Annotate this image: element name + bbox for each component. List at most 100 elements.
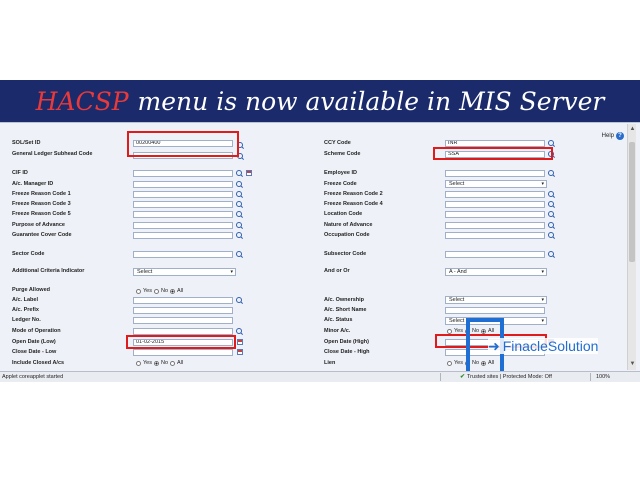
open-high-label: Open Date (High) [324,339,369,345]
lien-yes-radio[interactable] [447,361,452,366]
incl-closed-all-radio[interactable] [170,361,176,366]
and-or-select[interactable]: A - And [445,268,547,276]
freeze-reason-5-label: Freeze Reason Code 5 [12,211,71,217]
purge-yes-radio[interactable] [136,289,141,294]
search-icon[interactable] [548,201,555,208]
search-icon[interactable] [236,222,243,229]
ac-short-name-label: A/c. Short Name [324,307,367,313]
addl-criteria-select[interactable]: Select [133,268,236,276]
subsector-input[interactable] [445,251,545,258]
ac-label-input[interactable] [133,297,233,304]
sol-highlight-box [127,131,239,157]
search-icon[interactable] [236,328,243,335]
ac-prefix-label: A/c. Prefix [12,307,39,313]
ac-ownership-select[interactable]: Select [445,296,547,304]
freeze-code-select[interactable]: Select [445,180,547,188]
mode-op-input[interactable] [133,328,233,335]
purge-all-radio[interactable] [170,289,176,294]
minor-label: Minor A/c. [324,328,351,334]
search-icon[interactable] [236,211,243,218]
purpose-input[interactable] [133,222,233,229]
search-icon[interactable] [548,140,555,147]
ccy-input[interactable]: INR [445,140,545,147]
ac-prefix-input[interactable] [133,307,233,314]
ac-manager-label: A/c. Manager ID [12,181,54,187]
scroll-thumb[interactable] [629,142,635,262]
vertical-scrollbar[interactable]: ▲ ▼ [627,124,636,370]
freeze-reason-5-input[interactable] [133,211,233,218]
search-icon[interactable] [236,191,243,198]
search-icon[interactable] [236,251,243,258]
addl-criteria-label: Additional Criteria Indicator [12,268,85,274]
incl-closed-label: Include Closed A/cs [12,360,65,366]
freeze-reason-3-input[interactable] [133,201,233,208]
search-icon[interactable] [236,181,243,188]
search-icon[interactable] [236,170,243,177]
occupation-label: Occupation Code [324,232,370,238]
lien-label: Lien [324,360,336,366]
employee-input[interactable] [445,170,545,177]
incl-closed-yes-radio[interactable] [136,361,141,366]
arrow-right-icon: ➜ [488,337,500,354]
purpose-label: Purpose of Advance [12,222,65,228]
status-bar: Applet coreapplet started ✔ Trusted site… [0,371,640,382]
search-icon[interactable] [548,251,555,258]
purge-radio-group: Yes No All [136,288,183,295]
sector-input[interactable] [133,251,233,258]
search-icon[interactable] [236,297,243,304]
close-high-label: Close Date - High [324,349,370,355]
purge-label: Purge Allowed [12,287,50,293]
banner-highlight: HACSP [35,86,129,116]
cif-label: CIF ID [12,170,28,176]
ledger-input[interactable] [133,317,233,324]
freeze-reason-4-input[interactable] [445,201,545,208]
sector-label: Sector Code [12,251,45,257]
scroll-up-icon[interactable]: ▲ [628,125,637,134]
close-low-input[interactable] [133,349,233,356]
search-icon[interactable] [548,222,555,229]
search-icon[interactable] [548,211,555,218]
search-icon[interactable] [236,232,243,239]
zoom-level[interactable]: 100% [596,372,610,382]
ac-short-name-input[interactable] [445,307,545,314]
security-zone[interactable]: ✔ Trusted sites | Protected Mode: Off [460,372,552,382]
incl-closed-no-radio[interactable] [153,361,159,366]
search-icon[interactable] [548,191,555,198]
calendar-icon[interactable] [246,170,252,176]
occupation-input[interactable] [445,232,545,239]
freeze-reason-1-input[interactable] [133,191,233,198]
and-or-label: And or Or [324,268,350,274]
search-icon[interactable] [236,201,243,208]
radio-label: Yes [143,288,152,294]
scheme-highlight-box [433,147,553,160]
calendar-icon[interactable] [237,339,243,345]
cif-input[interactable] [133,170,233,177]
help-icon[interactable]: ? [616,132,624,140]
help-label: Help [601,133,614,139]
calendar-icon[interactable] [237,349,243,355]
freeze-reason-2-input[interactable] [445,191,545,198]
subsector-label: Subsector Code [324,251,367,257]
scroll-down-icon[interactable]: ▼ [628,360,637,369]
close-low-label: Close Date - Low [12,349,57,355]
radio-label: All [177,288,184,294]
scheme-label: Scheme Code [324,151,361,157]
purge-no-radio[interactable] [153,289,159,294]
open-low-highlight-box [126,335,236,349]
ac-manager-input[interactable] [133,181,233,188]
freeze-reason-3-label: Freeze Reason Code 3 [12,201,71,207]
search-icon[interactable] [548,232,555,239]
open-low-label: Open Date (Low) [12,339,56,345]
location-input[interactable] [445,211,545,218]
incl-closed-radio-group: Yes No All [136,360,183,367]
sol-label: SOL/Set ID [12,140,41,146]
status-text: Applet coreapplet started [2,374,64,380]
search-icon[interactable] [548,170,555,177]
freeze-reason-2-label: Freeze Reason Code 2 [324,191,383,197]
freeze-reason-1-label: Freeze Reason Code 1 [12,191,71,197]
guarantee-input[interactable] [133,232,233,239]
freeze-reason-4-label: Freeze Reason Code 4 [324,201,383,207]
help-link[interactable]: Help ? [602,132,624,140]
watermark-text: FinacleSolution [502,338,599,354]
nature-input[interactable] [445,222,545,229]
